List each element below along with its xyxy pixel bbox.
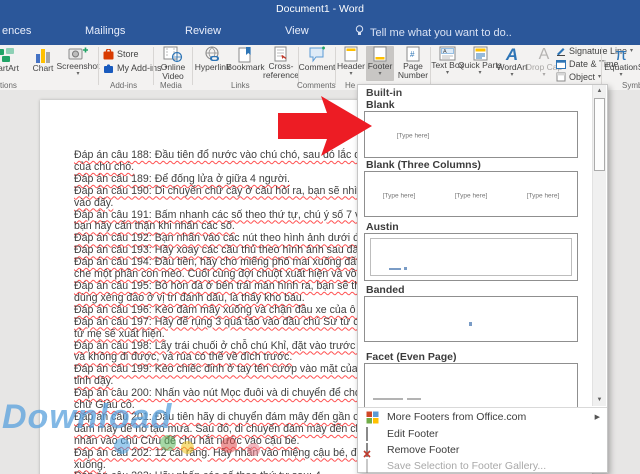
red-arrow-annotation (278, 96, 372, 156)
gallery-item-blank[interactable]: [Type here] (364, 111, 578, 158)
header-icon (344, 46, 358, 62)
group-links: Links (231, 81, 250, 90)
group-illustrations: tions (0, 81, 17, 90)
menu-item-more-footers[interactable]: More Footers from Office.com ▶ (358, 409, 607, 425)
tab-view[interactable]: View (285, 25, 309, 37)
cross-reference-button[interactable]: Cross-reference (260, 46, 302, 81)
gallery-item-austin-label: Austin (366, 221, 399, 233)
header-button[interactable]: Header ▾ (337, 46, 365, 81)
gallery-item-facet-even-page[interactable] (364, 363, 578, 408)
scrollbar-thumb[interactable] (594, 98, 605, 171)
submenu-arrow-icon: ▶ (594, 414, 600, 421)
tab-mailings[interactable]: Mailings (85, 25, 125, 37)
austin-preview-rule (370, 238, 572, 276)
smartart-icon (0, 48, 14, 62)
save-gallery-icon (366, 458, 379, 473)
scroll-up-button[interactable]: ▲ (593, 85, 606, 97)
edit-footer-icon (366, 426, 379, 441)
store-icon (103, 48, 114, 59)
screenshot-button[interactable]: Screenshot ▾ (57, 46, 100, 81)
gallery-scrollbar[interactable]: ▲ ▼ (592, 85, 606, 406)
gallery-item-blank-three-columns[interactable]: [Type here] [Type here] [Type here] (364, 171, 578, 217)
facet-preview-date (407, 397, 421, 400)
office-gallery-icon (366, 411, 379, 424)
object-button[interactable]: Object ▾ (556, 71, 601, 83)
menu-item-remove-footer[interactable]: Remove Footer (358, 442, 607, 458)
tab-review[interactable]: Review (185, 25, 221, 37)
footer-icon (373, 46, 387, 62)
chart-icon (36, 49, 50, 63)
cross-reference-icon (274, 46, 287, 62)
ribbon-tab-bar: ences Mailings Review View Tell me what … (0, 18, 640, 45)
lightbulb-icon (355, 25, 364, 39)
tell-me-box[interactable]: Tell me what you want to do.. (355, 25, 512, 39)
group-header-footer: He (345, 81, 356, 90)
bookmark-button[interactable]: Bookmark (226, 46, 265, 81)
group-media: Media (160, 81, 182, 90)
comment-icon (309, 46, 325, 63)
wordart-button[interactable]: A WordArt ▾ (496, 45, 527, 81)
scroll-down-button[interactable]: ▼ (593, 394, 606, 406)
gallery-item-banded[interactable] (364, 296, 578, 342)
my-addins-icon (104, 63, 113, 73)
smartart-button[interactable]: martArt (0, 46, 26, 81)
equation-button[interactable]: π Equation ▾ (604, 46, 638, 81)
window-title: Document1 - Word (276, 3, 364, 15)
bookmark-icon (238, 47, 251, 63)
comment-button[interactable]: Comment (299, 46, 335, 81)
footer-dropdown-panel: Built-in Blank [Type here] Blank (Three … (357, 84, 608, 473)
group-comments: Comments (297, 81, 336, 90)
quick-parts-button[interactable]: Quick Parts ▾ (458, 46, 502, 81)
remove-footer-icon (363, 442, 379, 458)
text-box-icon: A (439, 46, 456, 61)
online-video-icon (163, 46, 183, 63)
wordart-icon: A (505, 45, 519, 64)
tab-references[interactable]: ences (2, 25, 31, 37)
gallery-item-banded-label: Banded (366, 284, 405, 296)
footer-button[interactable]: Footer ▾ (366, 46, 394, 81)
group-symbols: Symbol (622, 81, 640, 90)
menu-item-save-selection[interactable]: Save Selection to Footer Gallery... (358, 458, 607, 474)
svg-text:A: A (443, 49, 447, 55)
quick-parts-icon (473, 46, 487, 61)
gallery-item-blank3-label: Blank (Three Columns) (366, 159, 481, 171)
drop-cap-icon: A (538, 46, 550, 63)
page-number-icon: # (406, 46, 420, 62)
word-window: Document1 - Word ences Mailings Review V… (0, 0, 640, 474)
date-time-icon (556, 60, 566, 69)
page-number-button[interactable]: # Page Number (395, 46, 431, 81)
group-addins: Add-ins (110, 81, 138, 90)
gallery-item-facet-label: Facet (Even Page) (366, 351, 457, 363)
store-button[interactable]: Store (103, 48, 139, 60)
menu-separator (358, 407, 607, 408)
hyperlink-icon (205, 46, 219, 61)
facet-preview-author (373, 397, 403, 400)
gallery-item-austin[interactable] (364, 233, 578, 281)
chart-button[interactable]: Chart (27, 46, 59, 81)
svg-text:#: # (410, 50, 415, 59)
austin-preview-mark (389, 268, 401, 270)
screenshot-icon (68, 47, 88, 60)
banded-preview-pagenum (469, 322, 472, 326)
signature-line-icon (557, 48, 565, 56)
austin-preview-pagenum (404, 267, 407, 270)
title-bar: Document1 - Word (0, 0, 640, 18)
object-icon (556, 72, 566, 82)
equation-icon: π (615, 45, 627, 64)
online-video-button[interactable]: Online Video (155, 46, 191, 81)
tell-me-label: Tell me what you want to do.. (370, 27, 512, 39)
hyperlink-button[interactable]: Hyperlink (195, 46, 230, 81)
menu-item-edit-footer[interactable]: Edit Footer (358, 426, 607, 442)
